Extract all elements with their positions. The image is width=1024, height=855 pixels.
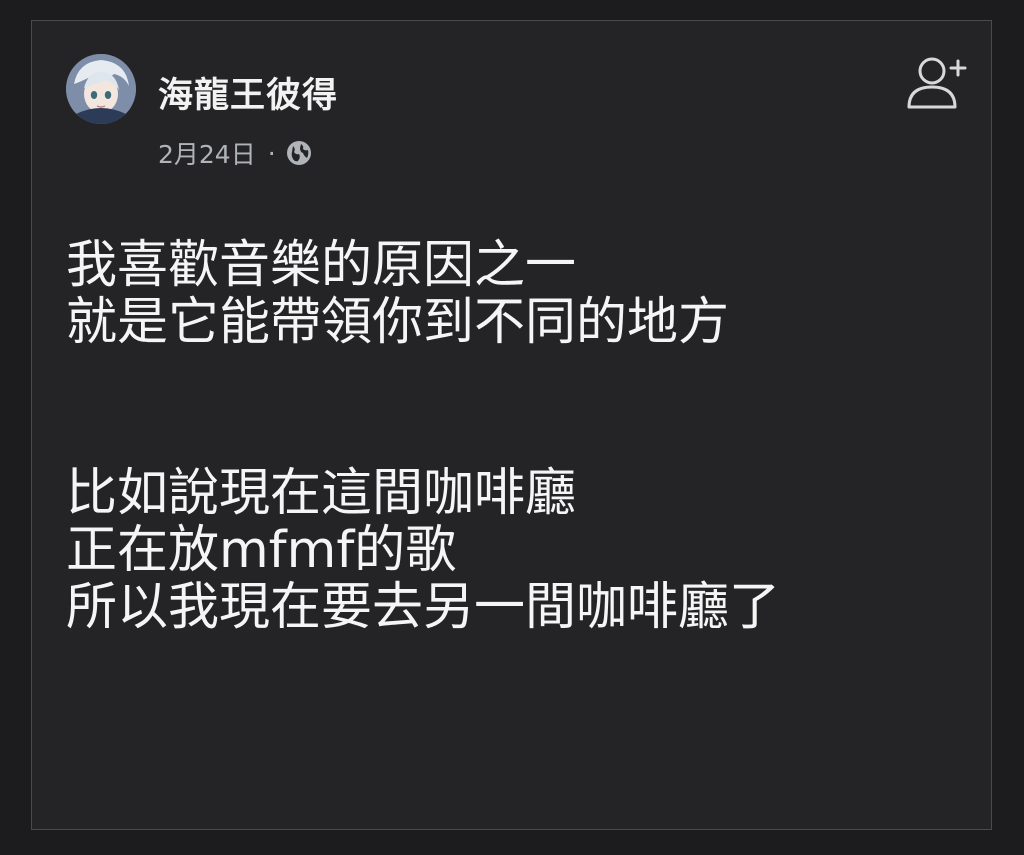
avatar-image (66, 54, 136, 124)
post-text-line: 我喜歡音樂的原因之一 (66, 236, 577, 295)
post-text-line: 就是它能帶領你到不同的地方 (66, 293, 730, 352)
post-card: 海龍王彼得 2月24日 · 我喜歡音樂的原因之一 就是它能帶領你到不同的地方 比… (31, 20, 992, 830)
post-meta: 2月24日 · (158, 135, 312, 171)
globe-icon[interactable] (286, 140, 312, 166)
avatar[interactable] (66, 54, 136, 124)
post-text-line: 比如說現在這間咖啡廳 (66, 464, 577, 523)
post-text-line: 所以我現在要去另一間咖啡廳了 (66, 578, 781, 637)
post-text: 我喜歡音樂的原因之一 就是它能帶領你到不同的地方 比如說現在這間咖啡廳 正在放m… (66, 237, 966, 636)
post-date[interactable]: 2月24日 (158, 135, 256, 171)
add-friend-icon (907, 57, 967, 109)
add-friend-button[interactable] (902, 51, 972, 113)
author-name[interactable]: 海龍王彼得 (158, 67, 338, 118)
meta-separator: · (267, 138, 276, 168)
post-text-line: 正在放mfmf的歌 (66, 521, 457, 580)
